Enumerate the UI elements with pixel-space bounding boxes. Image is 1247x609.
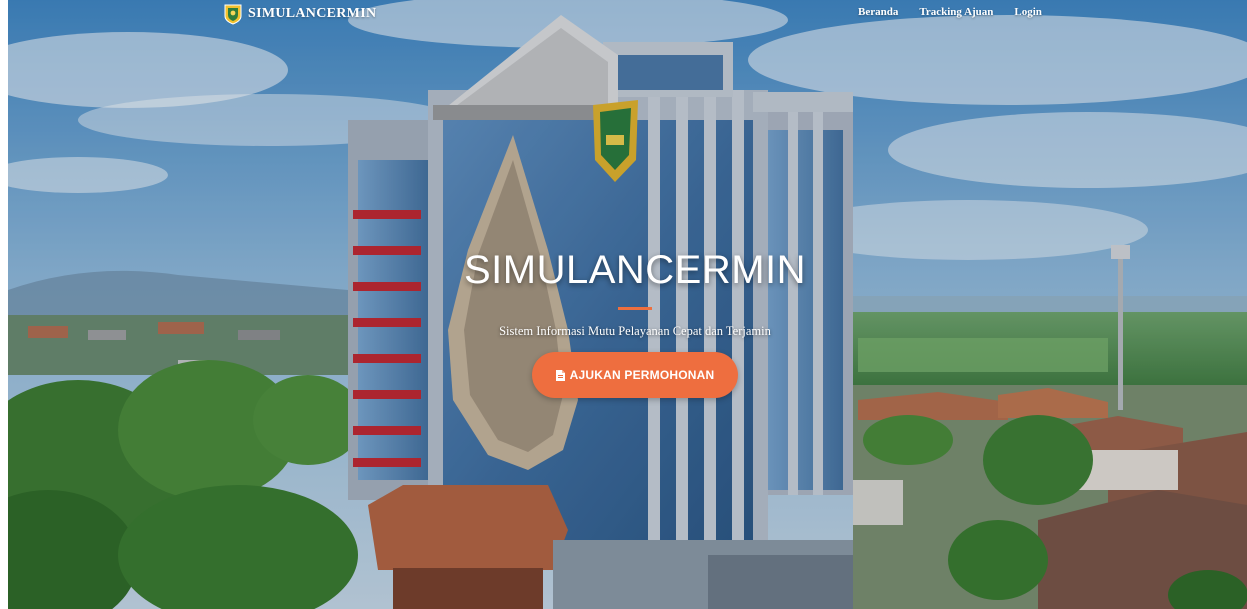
navbar: SIMULANCERMIN Beranda Tracking Ajuan Log… [8,0,1247,26]
brand-name: SIMULANCERMIN [248,6,377,21]
nav-link-tracking-ajuan[interactable]: Tracking Ajuan [919,6,993,18]
nav-menu: Beranda Tracking Ajuan Login [858,6,1042,18]
ajukan-permohonan-label: AJUKAN PERMOHONAN [569,368,715,382]
file-icon [555,369,565,381]
brand-home-link[interactable]: SIMULANCERMIN [224,3,376,25]
hero-divider [618,307,652,310]
page-frame: SIMULANCERMIN Beranda Tracking Ajuan Log… [8,0,1247,609]
hero-content: SIMULANCERMIN Sistem Informasi Mutu Pela… [435,248,835,398]
nav-link-beranda[interactable]: Beranda [858,6,898,18]
ajukan-permohonan-button[interactable]: AJUKAN PERMOHONAN [532,352,738,398]
nav-link-login[interactable]: Login [1014,6,1042,18]
hero-subtitle: Sistem Informasi Mutu Pelayanan Cepat da… [499,324,771,338]
hero-title: SIMULANCERMIN [463,248,807,292]
shield-emblem-icon [224,4,242,25]
